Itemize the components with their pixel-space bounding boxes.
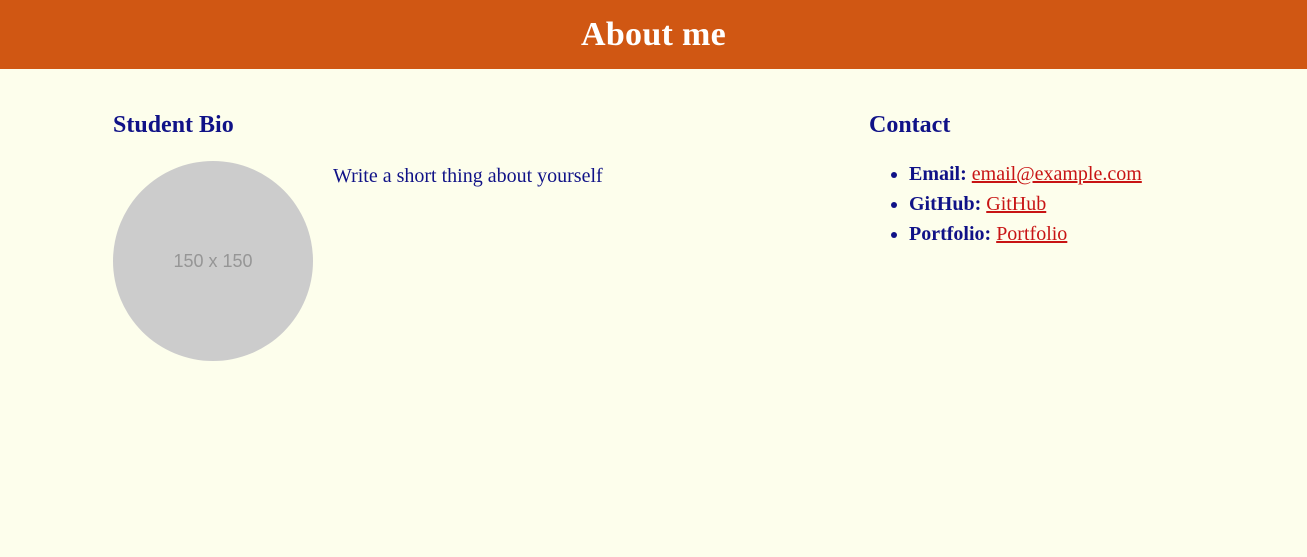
contact-item-email: Email: email@example.com (909, 159, 1289, 189)
avatar: 150 x 150 (113, 161, 313, 361)
contact-heading: Contact (869, 112, 951, 138)
page-header: About me (0, 0, 1307, 69)
email-label: Email: (909, 163, 967, 185)
email-link[interactable]: email@example.com (972, 163, 1142, 185)
portfolio-label: Portfolio: (909, 223, 992, 245)
contact-section: Contact Email: email@example.com GitHub:… (869, 108, 1289, 249)
contact-list: Email: email@example.com GitHub: GitHub … (869, 159, 1289, 249)
bio-text: Write a short thing about yourself (333, 165, 603, 187)
contact-item-github: GitHub: GitHub (909, 189, 1289, 219)
portfolio-link[interactable]: Portfolio (996, 223, 1067, 245)
page-title: About me (580, 15, 726, 53)
bio-row: 150 x 150 Write a short thing about your… (113, 161, 633, 361)
bio-heading: Student Bio (113, 112, 234, 138)
student-bio-section: Student Bio 150 x 150 Write a short thin… (113, 108, 633, 361)
avatar-placeholder-text: 150 x 150 (173, 250, 253, 271)
github-label: GitHub: (909, 193, 982, 215)
contact-item-portfolio: Portfolio: Portfolio (909, 219, 1289, 249)
github-link[interactable]: GitHub (986, 193, 1046, 215)
